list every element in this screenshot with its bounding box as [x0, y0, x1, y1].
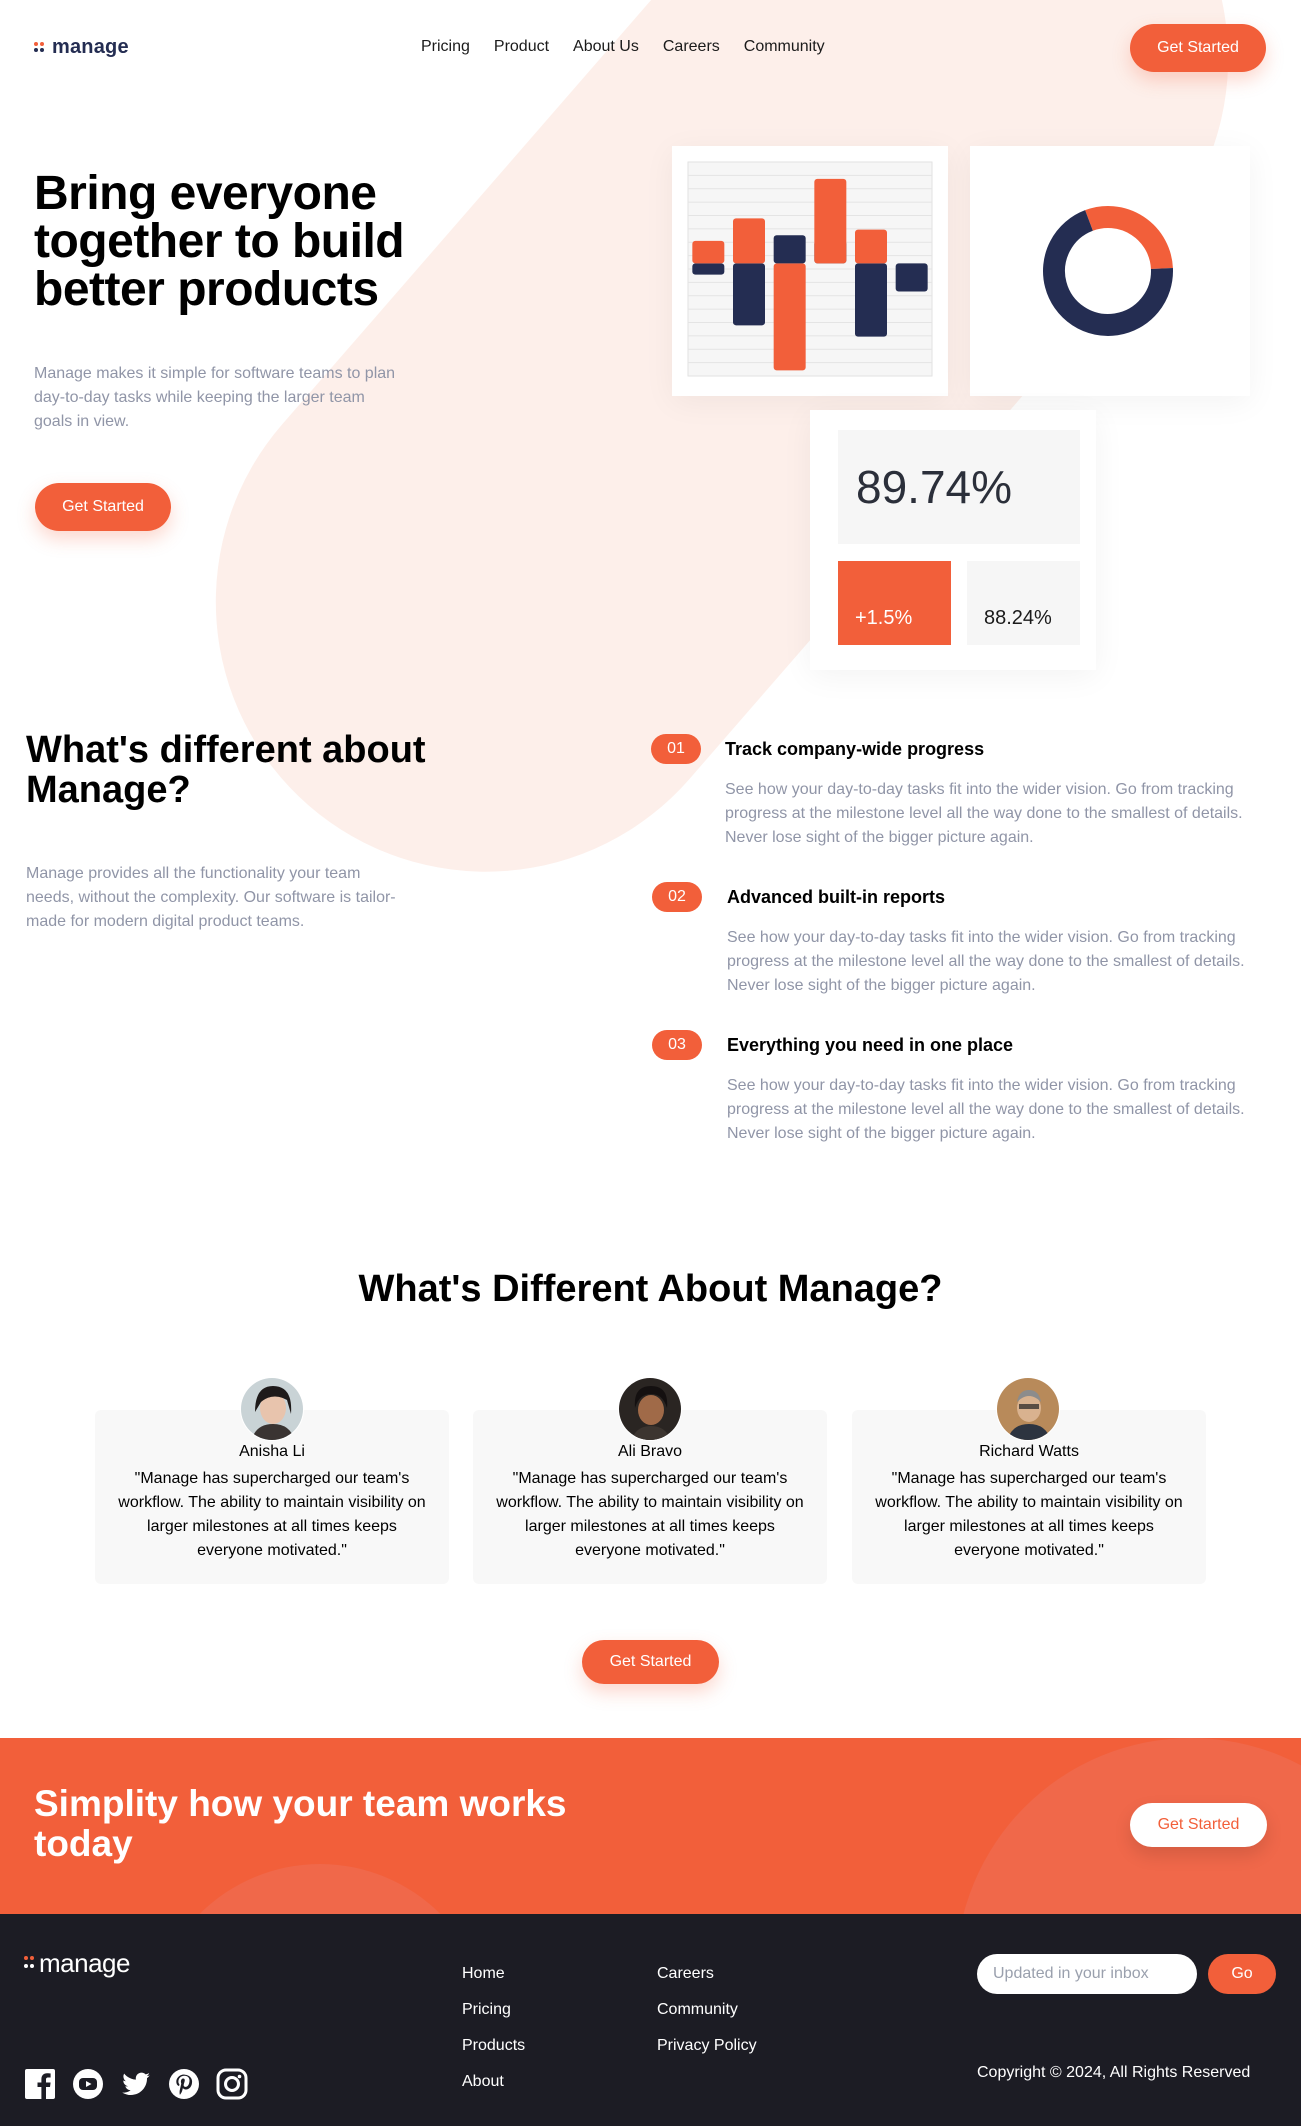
testimonial-name: Richard Watts: [979, 1443, 1079, 1460]
twitter-icon[interactable]: [120, 2068, 152, 2100]
footer-link-privacy-policy[interactable]: Privacy Policy: [657, 2036, 757, 2056]
avatar: [618, 1377, 682, 1441]
bar: [895, 263, 928, 292]
feature-number-badge: 03: [652, 1030, 702, 1060]
pinterest-icon[interactable]: [168, 2068, 200, 2100]
hero-get-started-button[interactable]: Get Started: [35, 483, 171, 531]
testimonial-quote: "Manage has supercharged our team's work…: [496, 1470, 804, 1559]
footer-link-pricing[interactable]: Pricing: [462, 2000, 525, 2020]
bar: [855, 263, 887, 337]
footer-logo-text: manage: [39, 1948, 130, 1978]
donut-chart: [1043, 206, 1173, 336]
hero-text: Bring everyone together to build better …: [34, 170, 454, 434]
features-title: What's different about Manage?: [26, 729, 426, 811]
site-header: manage Pricing Product About Us Careers …: [0, 0, 1301, 96]
logo-text: manage: [52, 36, 129, 58]
newsletter-email-input[interactable]: [977, 1954, 1197, 1994]
testimonials-title: What's Different About Manage?: [358, 1268, 943, 1310]
bar: [692, 240, 725, 264]
footer-logo[interactable]: manage: [24, 1948, 130, 1979]
logo[interactable]: manage: [34, 36, 129, 59]
stat-main-value: 89.74%: [838, 430, 1080, 544]
bar: [733, 263, 765, 326]
testimonial-quote: "Manage has supercharged our team's work…: [875, 1470, 1183, 1559]
bar: [814, 178, 847, 264]
features-subtitle: Manage provides all the functionality yo…: [26, 865, 396, 930]
logo-mark-icon: [24, 1954, 34, 1974]
testimonial-quote: "Manage has supercharged our team's work…: [118, 1470, 426, 1559]
testimonial-name: Anisha Li: [239, 1443, 305, 1460]
nav-link-product[interactable]: Product: [494, 38, 549, 56]
feature-title: Advanced built-in reports: [727, 887, 946, 907]
footer-links-primary: Home Pricing Products About: [462, 1964, 525, 2092]
footer-link-about[interactable]: About: [462, 2072, 525, 2092]
bar: [773, 263, 806, 371]
donut-slice: [1085, 206, 1173, 270]
cta-decor-circle: [150, 1864, 490, 1914]
bar-chart-card: [672, 146, 948, 396]
stat-change-value: +1.5%: [838, 561, 951, 645]
bar: [733, 218, 765, 264]
nav-link-careers[interactable]: Careers: [663, 38, 720, 56]
cta-banner: Simplity how your team works today Get S…: [0, 1738, 1301, 1914]
testimonials-get-started-button[interactable]: Get Started: [582, 1640, 719, 1684]
bar: [692, 263, 725, 275]
feature-title: Track company-wide progress: [725, 739, 985, 759]
hero-title: Bring everyone together to build better …: [34, 167, 405, 316]
header-get-started-button[interactable]: Get Started: [1130, 24, 1266, 72]
feature-title: Everything you need in one place: [727, 1035, 1014, 1055]
youtube-icon[interactable]: [72, 2068, 104, 2100]
bar-chart: [687, 161, 933, 377]
feature-number-badge: 02: [652, 882, 702, 912]
footer-link-home[interactable]: Home: [462, 1964, 525, 1984]
donut-chart-card: [970, 146, 1250, 396]
facebook-icon[interactable]: [24, 2068, 56, 2100]
copyright-text: Copyright © 2024, All Rights Reserved: [977, 2064, 1251, 2081]
cta-title: Simplity how your team works today: [34, 1783, 567, 1864]
footer-link-products[interactable]: Products: [462, 2036, 525, 2056]
hero-subtitle: Manage makes it simple for software team…: [34, 365, 396, 430]
nav-link-community[interactable]: Community: [744, 38, 825, 56]
bar: [773, 235, 806, 264]
footer-links-secondary: Careers Community Privacy Policy: [657, 1964, 757, 2056]
footer-link-careers[interactable]: Careers: [657, 1964, 757, 1984]
instagram-icon[interactable]: [216, 2068, 248, 2100]
nav-link-about-us[interactable]: About Us: [573, 38, 639, 56]
nav-link-pricing[interactable]: Pricing: [421, 38, 470, 56]
feature-text: See how your day-to-day tasks fit into t…: [727, 1077, 1245, 1142]
stats-card: 89.74% +1.5% 88.24%: [810, 410, 1096, 670]
testimonial-name: Ali Bravo: [617, 1443, 683, 1460]
logo-mark-icon: [34, 41, 46, 54]
avatar: [240, 1377, 304, 1441]
bar: [855, 229, 887, 264]
feature-text: See how your day-to-day tasks fit into t…: [725, 781, 1243, 846]
stat-secondary-value: 88.24%: [967, 561, 1080, 645]
site-footer: manage Home Pricing Products About Caree…: [0, 1914, 1301, 2126]
footer-link-community[interactable]: Community: [657, 2000, 757, 2020]
social-links: [24, 2068, 248, 2100]
avatar: [996, 1377, 1060, 1441]
cta-get-started-button[interactable]: Get Started: [1130, 1803, 1267, 1847]
feature-text: See how your day-to-day tasks fit into t…: [727, 929, 1245, 994]
newsletter-go-button[interactable]: Go: [1208, 1954, 1276, 1994]
main-nav: Pricing Product About Us Careers Communi…: [421, 38, 825, 56]
feature-number-badge: 01: [651, 734, 701, 764]
